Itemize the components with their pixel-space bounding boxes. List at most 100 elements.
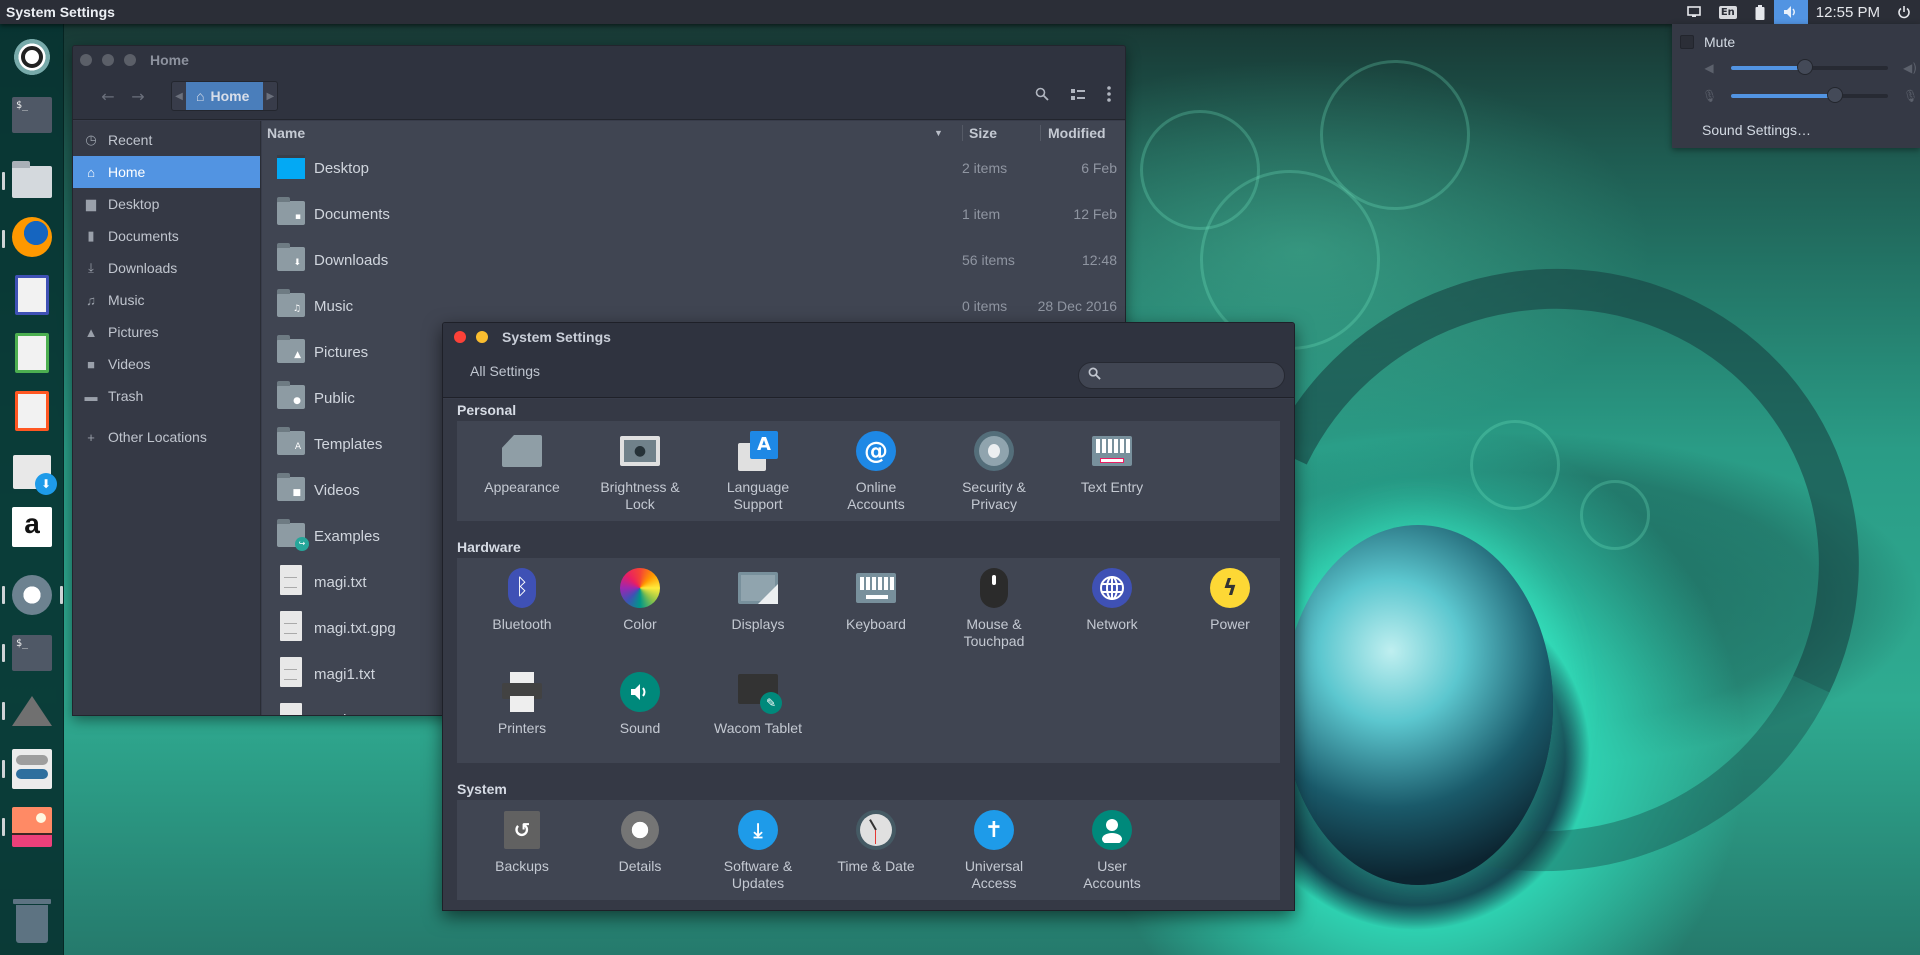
volume-icon[interactable] <box>1773 0 1808 24</box>
file-manager-titlebar[interactable]: Home <box>73 46 1125 73</box>
path-home-button[interactable]: ⌂ Home <box>186 82 264 110</box>
launcher-tweaks[interactable] <box>11 748 53 790</box>
keyboard-layout-indicator[interactable]: En <box>1710 0 1746 24</box>
minimize-button[interactable] <box>476 331 488 343</box>
minimize-button[interactable] <box>102 53 114 66</box>
settings-item-bluetooth[interactable]: ᛒ Bluetooth <box>463 568 581 633</box>
settings-item-user-accounts[interactable]: User Accounts <box>1053 810 1171 892</box>
close-button[interactable] <box>80 53 92 66</box>
view-options-icon[interactable] <box>1071 87 1085 105</box>
settings-item-printers[interactable]: Printers <box>463 672 581 737</box>
impress-icon <box>15 391 49 431</box>
all-settings-button[interactable]: All Settings <box>470 363 540 379</box>
file-row[interactable]: ▪ Documents 1 item 12 Feb <box>262 191 1125 237</box>
launcher-terminal-2[interactable]: $_ <box>11 632 53 674</box>
settings-item-wacom-tablet[interactable]: ✎ Wacom Tablet <box>699 672 817 737</box>
settings-item-network[interactable]: Network <box>1053 568 1171 633</box>
launcher-amazon[interactable]: a <box>11 506 53 548</box>
microphone-slider[interactable] <box>1731 87 1888 103</box>
sidebar-item-downloads[interactable]: ⤓ Downloads <box>73 252 260 284</box>
path-bar: ◀ ⌂ Home ▶ <box>171 81 279 111</box>
clock[interactable]: 12:55 PM <box>1808 0 1888 24</box>
settings-item-backups[interactable]: ↺ Backups <box>463 810 581 875</box>
mute-toggle[interactable]: Mute <box>1680 34 1735 50</box>
settings-item-text-entry[interactable]: Text Entry <box>1053 431 1171 496</box>
sidebar-item-recent[interactable]: ◷ Recent <box>73 124 260 156</box>
volume-slider[interactable] <box>1731 59 1888 75</box>
sidebar-item-music[interactable]: ♫ Music <box>73 284 260 316</box>
sidebar-item-pictures[interactable]: ▲ Pictures <box>73 316 260 348</box>
settings-search[interactable] <box>1078 362 1285 389</box>
sidebar-item-desktop[interactable]: ▆ Desktop <box>73 188 260 220</box>
column-header-modified[interactable]: Modified <box>1040 124 1106 141</box>
settings-item-label: Software & Updates <box>723 858 793 891</box>
settings-item-keyboard[interactable]: Keyboard <box>817 568 935 633</box>
file-row[interactable]: ⬇ Downloads 56 items 12:48 <box>262 237 1125 283</box>
launcher-files[interactable] <box>11 158 53 200</box>
launcher-inkscape[interactable] <box>11 690 53 732</box>
settings-item-time-date[interactable]: Time & Date <box>817 810 935 875</box>
folder-icon: ♫ <box>277 289 305 317</box>
file-modified: 6 Feb <box>1081 160 1117 176</box>
launcher-trash[interactable] <box>11 899 53 943</box>
microphone-slider-fill <box>1731 94 1835 98</box>
settings-item-label: Mouse & Touchpad <box>963 616 1025 649</box>
sidebar-item-documents[interactable]: ▮ Documents <box>73 220 260 252</box>
column-header-name[interactable]: Name <box>267 125 305 141</box>
settings-item-color[interactable]: Color <box>581 568 699 633</box>
launcher-system-settings[interactable] <box>11 574 53 616</box>
mute-checkbox[interactable] <box>1680 35 1694 49</box>
search-icon[interactable] <box>1035 87 1049 105</box>
launcher-image-viewer[interactable] <box>11 806 53 848</box>
maximize-button[interactable] <box>124 53 136 66</box>
settings-item-power[interactable]: ϟ Power <box>1171 568 1289 633</box>
settings-item-brightness-lock[interactable]: ● Brightness & Lock <box>581 431 699 513</box>
settings-item-language-support[interactable]: A Language Support <box>699 431 817 513</box>
launcher-impress[interactable] <box>11 390 53 432</box>
sidebar-item-label: Trash <box>108 388 144 404</box>
file-row[interactable]: Desktop 2 items 6 Feb <box>262 145 1125 191</box>
home-icon: ⌂ <box>87 164 95 180</box>
launcher-writer[interactable] <box>11 274 53 316</box>
battery-icon[interactable] <box>1746 0 1774 24</box>
terminal-icon: $_ <box>12 97 52 133</box>
path-scroll-left-button[interactable]: ◀ <box>172 82 186 110</box>
sidebar-item-videos[interactable]: ■ Videos <box>73 348 260 380</box>
settings-titlebar[interactable]: System Settings <box>443 323 1294 351</box>
close-button[interactable] <box>454 331 466 343</box>
sidebar-item-trash[interactable]: ▬ Trash <box>73 380 260 412</box>
power-icon[interactable] <box>1888 0 1920 24</box>
sidebar-item-other-locations[interactable]: + Other Locations <box>73 421 260 453</box>
settings-item-label: Language Support <box>726 479 790 512</box>
forward-button[interactable]: → <box>123 87 153 106</box>
settings-item-universal-access[interactable]: ✝ Universal Access <box>935 810 1053 892</box>
display-icon[interactable] <box>1678 0 1710 24</box>
settings-item-sound[interactable]: Sound <box>581 672 699 737</box>
sound-settings-link[interactable]: Sound Settings… <box>1702 122 1811 138</box>
sidebar-item-home[interactable]: ⌂ Home <box>73 156 260 188</box>
launcher-software-center[interactable]: ⬇ <box>11 448 57 495</box>
settings-item-mouse-touchpad[interactable]: Mouse & Touchpad <box>935 568 1053 650</box>
search-input[interactable] <box>1107 368 1284 383</box>
launcher-dash-home[interactable] <box>11 36 53 78</box>
settings-item-online-accounts[interactable]: @ Online Accounts <box>817 431 935 513</box>
microphone-slider-handle[interactable] <box>1826 87 1843 103</box>
menu-kebab-icon[interactable] <box>1107 86 1111 106</box>
ubuntu-logo-icon <box>11 36 53 78</box>
path-scroll-right-button[interactable]: ▶ <box>263 82 277 110</box>
backups-icon: ↺ <box>502 810 542 850</box>
settings-item-appearance[interactable]: Appearance <box>463 431 581 496</box>
launcher-calc[interactable] <box>11 332 53 374</box>
launcher-terminal[interactable]: $_ <box>11 94 53 136</box>
launcher-firefox[interactable] <box>11 216 53 258</box>
settings-item-security-privacy[interactable]: Security & Privacy <box>935 431 1053 513</box>
settings-item-displays[interactable]: Displays <box>699 568 817 633</box>
sidebar-item-label: Music <box>108 292 145 308</box>
settings-item-software-updates[interactable]: ⤓ Software & Updates <box>699 810 817 892</box>
volume-slider-handle[interactable] <box>1796 59 1813 75</box>
settings-item-details[interactable]: Details <box>581 810 699 875</box>
window-title: System Settings <box>502 329 611 345</box>
back-button[interactable]: ← <box>93 87 123 106</box>
column-header-size[interactable]: Size <box>962 124 997 141</box>
picture-icon: ▲ <box>84 324 98 340</box>
